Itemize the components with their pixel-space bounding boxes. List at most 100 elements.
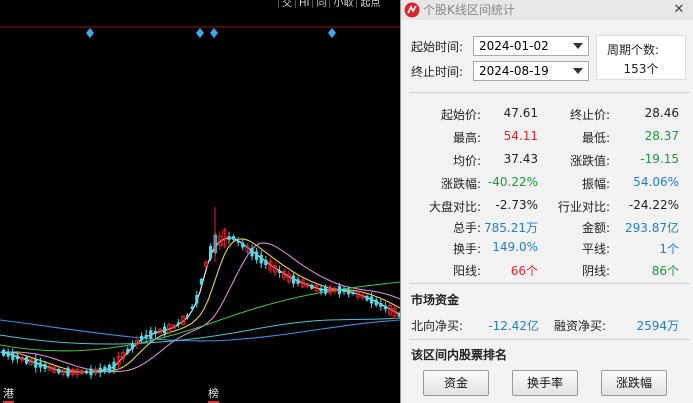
candle-body	[89, 368, 93, 376]
candle-body	[98, 367, 102, 373]
candle-body	[34, 359, 38, 368]
north-net-buy-value: -12.42亿	[488, 319, 539, 333]
interval-stats-dialog: 个股K线区间统计 ✕ 起始时间: 2024-01-02 终止时间: 2024-0…	[400, 0, 693, 403]
end-time-value: 2024-08-19	[479, 64, 549, 78]
stat-label: 行业对比:	[557, 200, 610, 214]
candle-body	[107, 364, 111, 373]
candle-body	[310, 284, 314, 289]
candle-body	[209, 246, 213, 259]
candle-body	[11, 351, 15, 360]
stat-label: 总手:	[452, 221, 481, 235]
stat-value: 54.06%	[633, 175, 679, 189]
title-bar[interactable]: 个股K线区间统计 ✕	[401, 0, 693, 20]
candle-body	[296, 279, 300, 284]
event-marker-icon	[196, 28, 204, 38]
rank-by-fund-button[interactable]: 资金	[423, 370, 489, 396]
ma20-line	[0, 242, 400, 373]
kline-chart[interactable]: 交 HI 同 小取 起点 港 榜	[0, 0, 400, 403]
end-time-select[interactable]: 2024-08-19	[473, 61, 589, 81]
candle-body	[365, 295, 369, 301]
top-menu: 交 HI 同 小取 起点	[278, 0, 383, 8]
top-menu-item[interactable]: 交	[278, 0, 295, 8]
candle-body	[190, 306, 194, 310]
candle-body	[259, 254, 263, 264]
period-count-box: 周期个数: 153个	[596, 35, 686, 80]
candle-body	[250, 248, 254, 257]
top-menu-item[interactable]: 起点	[356, 0, 383, 8]
stat-value: -24.22%	[628, 198, 679, 212]
stat-value: 1个	[659, 242, 679, 256]
candle-body	[227, 236, 231, 240]
candle-body	[153, 331, 157, 334]
top-menu-item[interactable]: HI	[295, 0, 312, 8]
stat-label: 起始价:	[440, 108, 481, 122]
stat-value: 28.37	[644, 129, 679, 143]
ma5-line	[0, 237, 400, 373]
stat-label: 阴线:	[581, 264, 610, 278]
stat-value: 28.46	[644, 106, 679, 120]
stat-label: 涨跌幅:	[440, 177, 481, 191]
kline-canvas[interactable]	[0, 0, 400, 403]
candle-body	[337, 285, 341, 295]
stat-label: 平线:	[581, 242, 610, 256]
candle-body	[319, 288, 323, 292]
stat-value: 37.43	[503, 152, 538, 166]
candle-body	[195, 294, 199, 304]
candle-body	[186, 315, 190, 318]
dialog-title: 个股K线区间统计	[423, 3, 515, 17]
event-marker-icon	[210, 28, 218, 38]
candle-body	[112, 361, 116, 370]
candle-body	[255, 251, 259, 260]
rank-by-change-button[interactable]: 涨跌幅	[601, 370, 667, 396]
stat-value: 54.11	[503, 129, 538, 143]
north-net-buy-label: 北向净买:	[411, 319, 464, 333]
candle-body	[374, 299, 378, 306]
candle-body	[140, 335, 144, 341]
stat-value: 86个	[651, 264, 679, 278]
stat-label: 金额:	[581, 221, 610, 235]
candle-body	[199, 278, 203, 285]
margin-net-buy-label: 融资净买:	[554, 319, 607, 333]
event-marker-icon	[328, 28, 336, 38]
stat-value: 293.87亿	[625, 221, 679, 235]
candle-body	[291, 275, 295, 284]
stat-label: 换手:	[452, 242, 481, 256]
divider	[409, 92, 689, 93]
divider	[409, 283, 689, 284]
stat-value: 47.61	[503, 106, 538, 120]
candle-body	[43, 363, 47, 369]
candle-body	[144, 334, 148, 338]
stat-label: 涨跌值:	[569, 154, 610, 168]
start-time-label: 起始时间:	[411, 40, 464, 54]
candle-body	[25, 356, 29, 364]
candle-body	[126, 348, 130, 354]
candle-body	[2, 349, 6, 356]
candle-body	[15, 355, 19, 360]
stat-value: -19.15	[640, 152, 679, 166]
period-count-value: 153个	[623, 62, 659, 76]
candle-body	[324, 286, 328, 294]
candle-body	[66, 367, 70, 377]
candle-body	[351, 291, 355, 295]
close-button[interactable]: ✕	[672, 0, 686, 20]
stat-label: 终止价:	[569, 108, 610, 122]
candle-body	[84, 370, 88, 374]
chart-tag: 港	[3, 385, 14, 403]
rank-by-turnover-button[interactable]: 换手率	[512, 370, 578, 396]
stat-label: 阳线:	[452, 264, 481, 278]
stat-label: 大盘对比:	[428, 200, 481, 214]
divider	[409, 339, 689, 340]
market-fund-title: 市场资金	[411, 293, 460, 307]
top-menu-item[interactable]: 同	[312, 0, 329, 8]
stat-label: 均价:	[452, 154, 481, 168]
top-menu-item[interactable]: 小取	[329, 0, 356, 8]
chevron-down-icon	[573, 43, 583, 49]
candle-body	[57, 368, 61, 374]
stat-label: 最高:	[452, 131, 481, 145]
stat-label: 最低:	[581, 131, 610, 145]
chart-tag: 榜	[208, 385, 219, 403]
event-marker-icon	[86, 28, 94, 38]
candle-body	[278, 270, 282, 274]
start-time-select[interactable]: 2024-01-02	[473, 36, 589, 56]
candle-body	[241, 242, 245, 248]
